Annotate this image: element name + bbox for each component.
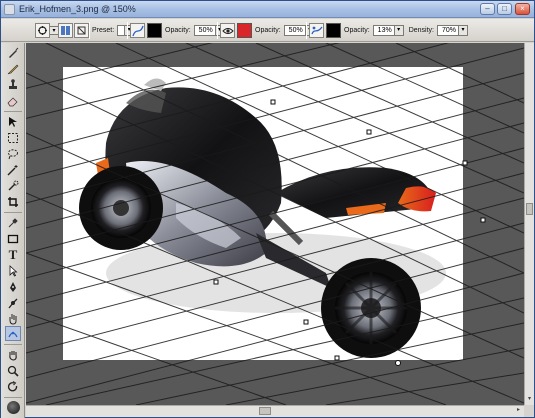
eraser-icon[interactable] (5, 93, 21, 108)
document-icon (4, 4, 15, 15)
grid-handle[interactable] (366, 129, 372, 135)
path-select-icon[interactable] (5, 263, 21, 278)
hand-icon[interactable] (5, 347, 21, 362)
minimize-button[interactable]: – (480, 3, 495, 15)
marquee-icon[interactable] (5, 130, 21, 145)
vertical-scrollbar[interactable]: ▾ (524, 43, 534, 405)
curve-alt-icon[interactable] (309, 23, 324, 38)
density-label: Density: (408, 27, 434, 34)
eyedropper-icon[interactable] (5, 215, 21, 230)
grid-handle[interactable] (303, 319, 309, 325)
rectangle-icon[interactable] (5, 231, 21, 246)
toolbox: T (1, 43, 25, 418)
grid-handle[interactable] (270, 99, 276, 105)
wand-icon[interactable] (5, 162, 21, 177)
opacity-dropdown-3[interactable]: ▾ (394, 25, 404, 36)
opacity-label-1: Opacity: (165, 27, 191, 34)
mode-icon[interactable] (58, 23, 73, 38)
close-button[interactable]: × (515, 3, 530, 15)
crop-icon[interactable] (5, 194, 21, 209)
color-swatch-2[interactable] (237, 23, 252, 38)
title-bar[interactable]: Erik_Hofmen_3.png @ 150% – □ × (1, 1, 534, 18)
brush-icon[interactable] (5, 45, 21, 60)
maximize-button[interactable]: □ (497, 3, 512, 15)
grid-handle[interactable] (480, 217, 486, 223)
grid-handle[interactable] (462, 160, 468, 166)
eye-icon[interactable] (220, 23, 235, 38)
rotate-icon[interactable] (5, 379, 21, 394)
scroll-right-arrow[interactable]: ▸ (514, 406, 523, 415)
app-window: Erik_Hofmen_3.png @ 150% – □ × ▾ Preset:… (0, 0, 535, 418)
opacity-label-3: Opacity: (344, 27, 370, 34)
opacity-field-3[interactable]: 13% (372, 25, 395, 36)
move-icon[interactable] (5, 114, 21, 129)
options-bar: ▾ Preset: ▾ Opacity: 50% ▾ (1, 19, 534, 42)
color-swatch-1[interactable] (147, 23, 162, 38)
mode-alt-icon[interactable] (74, 23, 89, 38)
grid-handle[interactable] (334, 355, 340, 361)
preset-field[interactable] (117, 25, 126, 36)
lasso-icon[interactable] (5, 146, 21, 161)
density-dropdown[interactable]: ▾ (458, 25, 468, 36)
color-icon[interactable] (5, 400, 21, 415)
curve-icon[interactable] (130, 23, 145, 38)
grid-handle[interactable] (395, 360, 401, 366)
preset-label: Preset: (92, 27, 115, 34)
pencil-icon[interactable] (5, 61, 21, 76)
vertical-scroll-thumb[interactable] (526, 203, 533, 215)
text-icon[interactable]: T (5, 247, 21, 262)
scroll-down-arrow[interactable]: ▾ (525, 395, 534, 404)
opacity-label-2: Opacity: (255, 27, 281, 34)
color-swatch-3[interactable] (326, 23, 341, 38)
window-title: Erik_Hofmen_3.png @ 150% (19, 4, 136, 14)
opacity-field-1[interactable]: 50% (193, 25, 216, 36)
paint-select-icon[interactable] (5, 178, 21, 193)
density-field[interactable]: 70% (436, 25, 459, 36)
smudge-icon[interactable] (5, 311, 21, 326)
zoom-icon[interactable] (5, 363, 21, 378)
canvas-area[interactable] (26, 43, 524, 405)
tool-preset-icon[interactable] (35, 23, 50, 38)
perspective-icon[interactable] (5, 326, 21, 341)
opacity-field-2[interactable]: 50% (283, 25, 306, 36)
horizontal-scrollbar[interactable]: ▸ (26, 405, 524, 417)
grid-handle[interactable] (213, 279, 219, 285)
gradient-icon[interactable] (5, 295, 21, 310)
document-canvas[interactable] (26, 43, 524, 405)
stamp-icon[interactable] (5, 77, 21, 92)
horizontal-scroll-thumb[interactable] (259, 407, 271, 415)
pen-icon[interactable] (5, 279, 21, 294)
